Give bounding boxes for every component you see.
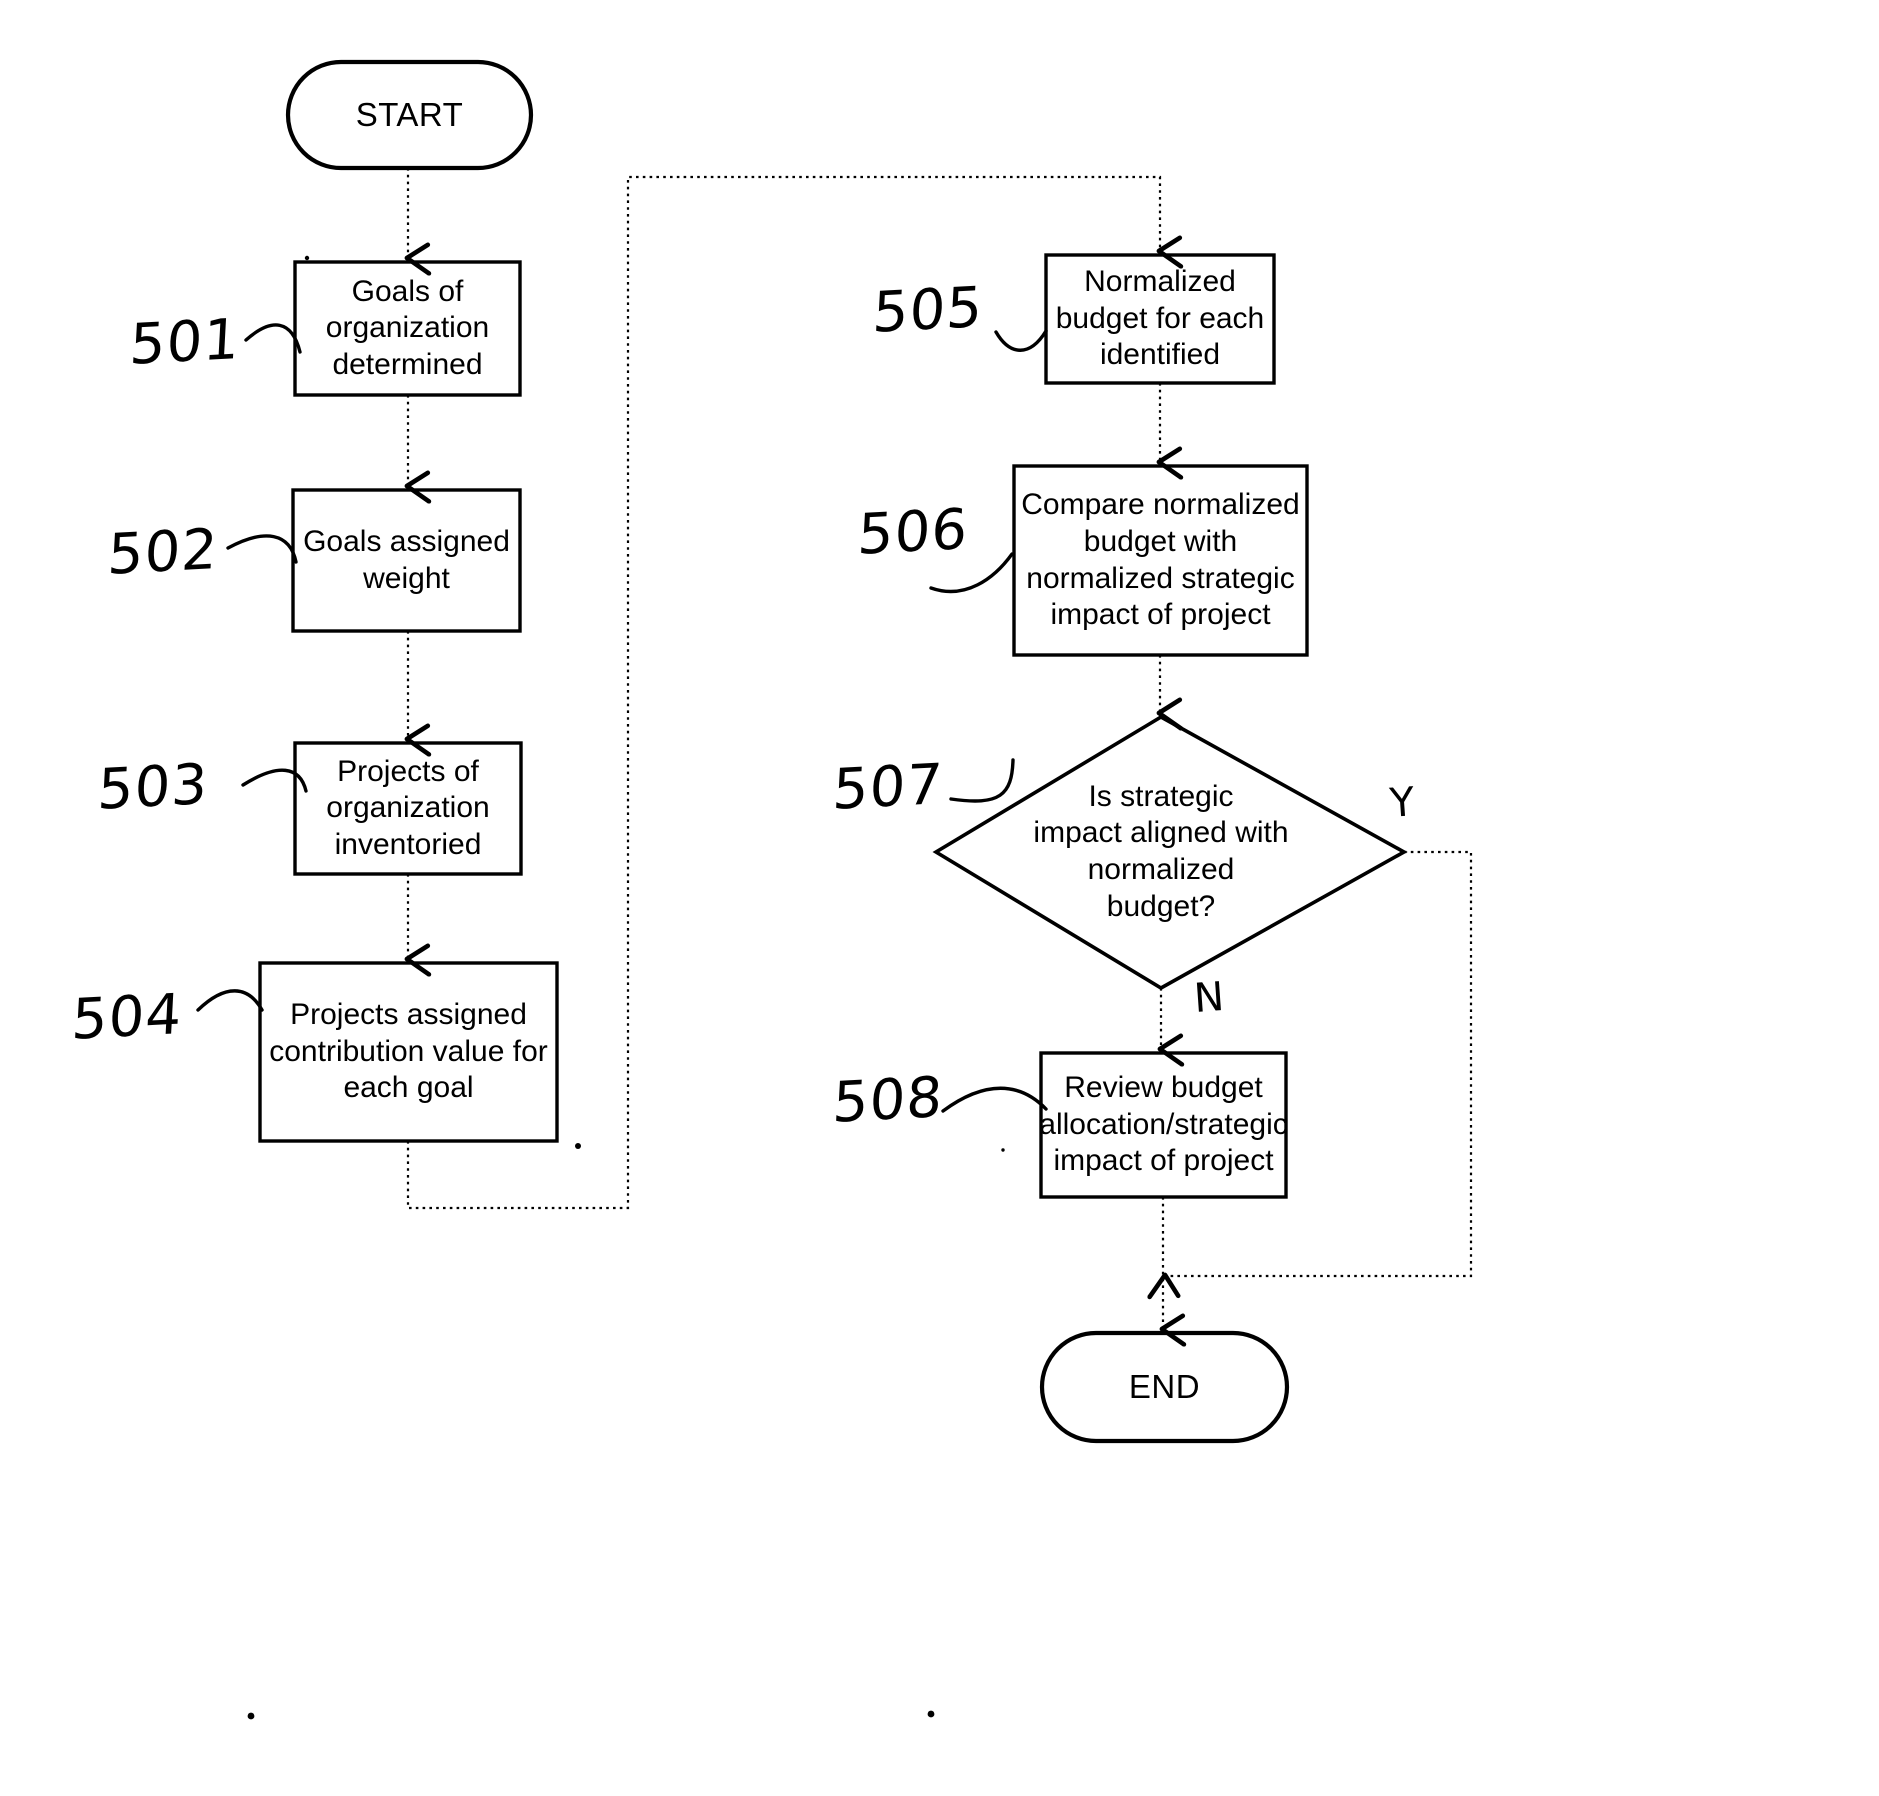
scan-artifact-dot: [575, 1143, 581, 1149]
flowchart-graphics: [196, 59, 1473, 1720]
start-terminator-shape: [285, 59, 534, 171]
reference-numeral-504: 504: [70, 982, 184, 1053]
node-506-shape: [1012, 464, 1309, 657]
leader-501: [244, 323, 302, 354]
leader-505b: [994, 329, 1048, 352]
branch-label-yes: Y: [1388, 779, 1417, 827]
reference-numeral-502: 502: [106, 517, 220, 588]
node-501-shape: [293, 260, 522, 397]
reference-numeral-501: 501: [128, 307, 242, 378]
node-508-shape: [1039, 1051, 1288, 1199]
reference-numeral-506: 506: [856, 497, 970, 568]
leader-504: [196, 989, 264, 1012]
leader-508: [941, 1086, 1048, 1113]
scan-artifact-dot: [247, 1712, 255, 1720]
node-507-shape: [932, 714, 1408, 991]
reference-numeral-508: 508: [831, 1065, 945, 1136]
scan-artifact-dot: [304, 255, 310, 261]
node-504-shape: [258, 961, 559, 1143]
branch-label-no: N: [1192, 974, 1226, 1022]
reference-numeral-505: 505: [871, 275, 985, 346]
node-505-shape: [1044, 253, 1276, 385]
node-503-shape: [293, 741, 523, 876]
leader-502: [226, 534, 298, 564]
end-terminator-shape: [1039, 1330, 1290, 1444]
reference-numeral-503: 503: [96, 752, 210, 823]
node-502-shape: [291, 488, 522, 633]
figure-canvas: START Goals of organization determined G…: [0, 0, 1879, 1796]
reference-numeral-507: 507: [831, 752, 945, 823]
scan-artifact-dot: [927, 1710, 935, 1718]
leader-507: [949, 758, 1015, 803]
